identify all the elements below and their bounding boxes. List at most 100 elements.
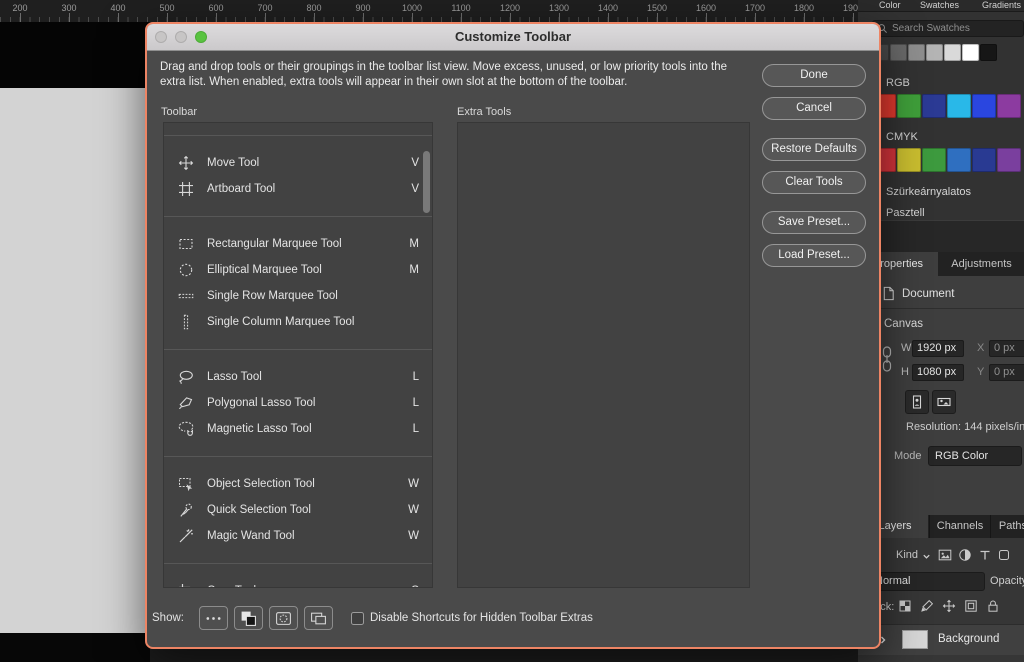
lock-transparency-icon[interactable] <box>898 599 912 613</box>
tab-channels[interactable]: Channels <box>929 515 990 538</box>
tool-row-object-selection-tool[interactable]: Object Selection ToolW <box>164 471 432 497</box>
load-preset-button[interactable]: Load Preset... <box>762 244 866 267</box>
ruler-label: 1100 <box>451 3 470 13</box>
tool-row-crop-tool[interactable]: Crop ToolC <box>164 578 432 588</box>
y-label: Y <box>977 366 984 378</box>
lock-all-icon[interactable] <box>986 599 1000 613</box>
restore-defaults-button[interactable]: Restore Defaults <box>762 138 866 161</box>
tool-row-single-row-marquee-tool[interactable]: Single Row Marquee Tool <box>164 283 432 309</box>
color-swatch[interactable] <box>922 94 946 118</box>
tool-name: Quick Selection Tool <box>207 504 408 516</box>
swatch-group-label: Pasztell <box>886 207 925 219</box>
tab-paths[interactable]: Paths <box>990 515 1024 538</box>
lock-pixels-icon[interactable] <box>920 599 934 613</box>
save-preset-button[interactable]: Save Preset... <box>762 211 866 234</box>
x-field[interactable]: 0 px <box>989 340 1024 357</box>
search-placeholder: Search Swatches <box>892 23 970 34</box>
color-swatch[interactable] <box>890 44 907 61</box>
opacity-label: Opacity: <box>990 575 1024 587</box>
done-button[interactable]: Done <box>762 64 866 87</box>
search-swatches-input[interactable]: Search Swatches <box>872 20 1024 37</box>
height-label: H <box>901 366 909 378</box>
color-swatch[interactable] <box>897 148 921 172</box>
lock-position-icon[interactable] <box>942 599 956 613</box>
color-swatch[interactable] <box>926 44 943 61</box>
magic-wand-icon <box>178 528 194 544</box>
tool-row-elliptical-marquee-tool[interactable]: Elliptical Marquee ToolM <box>164 257 432 283</box>
link-dimensions-icon[interactable] <box>881 342 893 376</box>
swatch-group-label: CMYK <box>886 131 918 143</box>
tool-row-magnetic-lasso-tool[interactable]: Magnetic Lasso ToolL <box>164 416 432 442</box>
tool-name: Magnetic Lasso Tool <box>207 423 409 435</box>
divider <box>858 308 1024 309</box>
orientation-portrait-button[interactable] <box>905 390 929 414</box>
tool-name: Artboard Tool <box>207 183 409 195</box>
tool-shortcut: L <box>409 397 419 409</box>
color-swatch[interactable] <box>997 148 1021 172</box>
tool-row-rectangular-marquee-tool[interactable]: Rectangular Marquee ToolM <box>164 231 432 257</box>
color-swatch[interactable] <box>947 94 971 118</box>
tool-row-artboard-tool[interactable]: Artboard ToolV <box>164 176 432 202</box>
layer-row-background[interactable]: Background <box>858 624 1024 655</box>
width-field[interactable]: 1920 px <box>912 340 964 357</box>
document-label: Document <box>902 288 954 300</box>
tab-gradients[interactable]: Gradients <box>982 0 1021 10</box>
extra-tools-list <box>457 122 750 588</box>
filter-adjustment-icon[interactable] <box>958 548 972 562</box>
recent-swatches-row <box>872 44 997 61</box>
tool-row-magic-wand-tool[interactable]: Magic Wand ToolW <box>164 523 432 549</box>
color-swatch[interactable] <box>922 148 946 172</box>
tool-row-move-tool[interactable]: Move ToolV <box>164 150 432 176</box>
color-swatch[interactable] <box>947 148 971 172</box>
toolbar-list-scrollbar[interactable] <box>423 151 430 213</box>
color-controls-button[interactable] <box>234 606 263 630</box>
tool-shortcut: M <box>409 238 419 250</box>
tool-shortcut: W <box>408 478 419 490</box>
ruler-label: 1800 <box>794 3 814 13</box>
tool-row-lasso-tool[interactable]: Lasso ToolL <box>164 364 432 390</box>
object-selection-icon <box>178 476 194 492</box>
filter-image-icon[interactable] <box>938 548 952 562</box>
mode-select[interactable]: RGB Color <box>928 446 1022 466</box>
swatches-panel-tabbar: Color Swatches Gradients <box>858 0 1024 12</box>
tool-row-single-column-marquee-tool[interactable]: Single Column Marquee Tool <box>164 309 432 335</box>
tool-row-polygonal-lasso-tool[interactable]: Polygonal Lasso ToolL <box>164 390 432 416</box>
color-swatch[interactable] <box>944 44 961 61</box>
color-swatch[interactable] <box>972 148 996 172</box>
height-field[interactable]: 1080 px <box>912 364 964 381</box>
color-swatch[interactable] <box>972 94 996 118</box>
tab-adjustments[interactable]: Adjustments <box>939 252 1024 276</box>
quick-mask-button[interactable] <box>269 606 298 630</box>
canvas-label: Canvas <box>884 318 923 330</box>
tool-group: Rectangular Marquee ToolMElliptical Marq… <box>164 216 432 349</box>
y-field[interactable]: 0 px <box>989 364 1024 381</box>
color-swatch[interactable] <box>908 44 925 61</box>
color-swatch[interactable] <box>980 44 997 61</box>
screen-mode-button[interactable] <box>304 606 333 630</box>
color-swatch[interactable] <box>897 94 921 118</box>
quick-mask-icon <box>275 610 292 627</box>
disable-shortcuts-checkbox[interactable] <box>351 612 364 625</box>
blend-mode-select[interactable]: Normal <box>866 572 985 591</box>
filter-type-icon[interactable] <box>978 548 992 562</box>
ruler-label: 1300 <box>549 3 569 13</box>
clear-tools-button[interactable]: Clear Tools <box>762 171 866 194</box>
kind-filter-label[interactable]: Kind <box>896 549 918 561</box>
cancel-button[interactable]: Cancel <box>762 97 866 120</box>
lock-nesting-icon[interactable] <box>964 599 978 613</box>
tool-name: Crop Tool <box>207 585 409 588</box>
ruler-label: 1500 <box>647 3 667 13</box>
tab-color[interactable]: Color <box>879 0 901 10</box>
tool-row-quick-selection-tool[interactable]: Quick Selection ToolW <box>164 497 432 523</box>
color-swatch[interactable] <box>962 44 979 61</box>
filter-shape-icon[interactable] <box>997 548 1011 562</box>
toolbar-extras-menu-button[interactable] <box>199 606 228 630</box>
orientation-landscape-button[interactable] <box>932 390 956 414</box>
tool-name: Single Column Marquee Tool <box>207 316 409 328</box>
color-swatch[interactable] <box>997 94 1021 118</box>
swatch-group-grayscale[interactable]: Szürkeárnyalatos <box>872 185 971 199</box>
dialog-title: Customize Toolbar <box>147 24 879 50</box>
right-panel-dock: Color Swatches Gradients Search Swatches… <box>858 0 1024 662</box>
dialog-titlebar[interactable]: Customize Toolbar <box>147 24 879 51</box>
tab-swatches[interactable]: Swatches <box>920 0 959 10</box>
